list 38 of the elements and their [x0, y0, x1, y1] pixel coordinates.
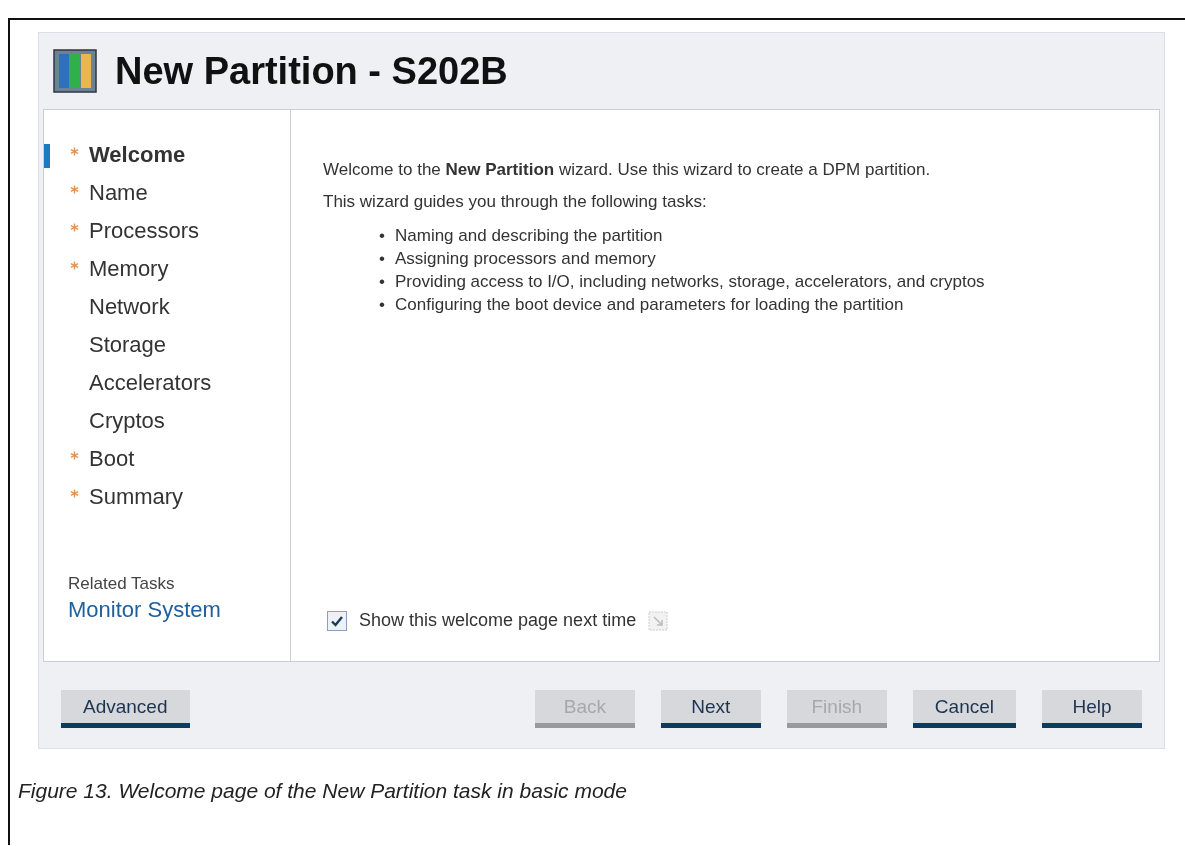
nav-item[interactable]: Welcome — [44, 136, 290, 174]
nav-item[interactable]: Accelerators — [44, 364, 290, 402]
required-asterisk-icon — [70, 450, 79, 460]
nav-item[interactable]: Summary — [44, 478, 290, 516]
checkbox-label: Show this welcome page next time — [359, 610, 637, 631]
nav-item[interactable]: Name — [44, 174, 290, 212]
task-item: Configuring the boot device and parameters for loading the partition — [395, 295, 904, 315]
task-item: Naming and describing the partition — [395, 226, 663, 246]
required-asterisk-icon — [70, 146, 79, 156]
figure-caption: Figure 13. Welcome page of the New Partition task in basic mode — [18, 779, 628, 803]
required-asterisk-icon — [70, 222, 79, 232]
nav-item[interactable]: Cryptos — [44, 402, 290, 440]
bullet: • — [379, 272, 386, 292]
wizard-button[interactable]: Help — [1042, 690, 1142, 728]
lead-text: This wizard guides you through the following tasks: — [323, 192, 708, 212]
bullet: • — [379, 226, 386, 246]
bullet: • — [379, 295, 386, 315]
nav-item[interactable]: Network — [44, 288, 290, 326]
checkbox[interactable] — [327, 610, 347, 631]
nav-item[interactable]: Storage — [44, 326, 290, 364]
wizard-button[interactable]: Next — [660, 690, 761, 728]
wizard-button[interactable]: Cancel — [912, 690, 1016, 728]
window-title: New Partition - S202B — [115, 49, 508, 93]
advanced-button[interactable]: Advanced — [61, 690, 190, 728]
selection-indicator — [44, 144, 50, 168]
required-asterisk-icon — [70, 184, 79, 194]
required-asterisk-icon — [70, 260, 79, 270]
app-icon — [53, 49, 97, 93]
required-asterisk-icon — [70, 488, 79, 498]
task-item: Providing access to I/O, including networks, storage, accelerators, and cryptos — [395, 272, 985, 292]
related-tasks-heading: Related Tasks — [68, 574, 176, 594]
task-item: Assigning processors and memory — [395, 249, 656, 269]
nav-item[interactable]: Memory — [44, 250, 290, 288]
monitor-system-link[interactable]: Monitor System — [68, 597, 290, 623]
nav-item[interactable]: Processors — [44, 212, 290, 250]
intro-text: Welcome to the New Partition wizard. Use this wizard to create a DPM partition. — [323, 160, 932, 180]
bullet: • — [379, 249, 386, 269]
nav-item[interactable]: Boot — [44, 440, 290, 478]
